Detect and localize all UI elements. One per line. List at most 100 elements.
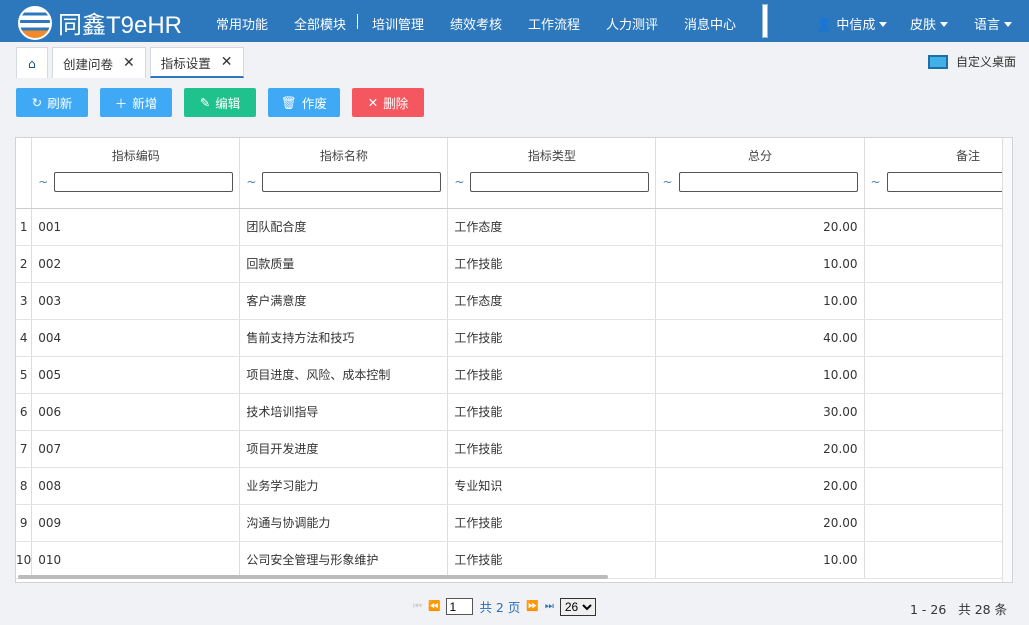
delete-button[interactable]: ✕ 删除 <box>352 88 424 117</box>
table-row[interactable]: 6006技术培训指导工作技能30.00 <box>16 393 1013 430</box>
nav-assessment[interactable]: 人力测评 <box>606 14 658 33</box>
col-note: 备注~ <box>864 138 1013 208</box>
table-row[interactable]: 4004售前支持方法和技巧工作技能40.00 <box>16 319 1013 356</box>
record-count: 1 - 26 共 28 条 <box>910 599 1007 618</box>
cell-name: 回款质量 <box>240 245 448 282</box>
filter-op[interactable]: ~ <box>38 175 48 189</box>
cell-note <box>864 393 1013 430</box>
void-label: 作废 <box>302 93 327 112</box>
next-page-icon[interactable]: ⏩ <box>526 601 538 612</box>
tab-home[interactable]: ⌂ <box>16 47 48 78</box>
custom-desktop-button[interactable]: 自定义桌面 <box>928 53 1016 70</box>
row-number: 1 <box>16 208 32 245</box>
close-icon[interactable]: ✕ <box>221 54 233 70</box>
cell-name: 技术培训指导 <box>240 393 448 430</box>
nav-messages[interactable]: 消息中心 <box>684 14 736 33</box>
nav-performance[interactable]: 绩效考核 <box>450 14 502 33</box>
tab-create-survey[interactable]: 创建问卷✕ <box>52 47 146 78</box>
nav-training[interactable]: 培训管理 <box>372 14 424 33</box>
filter-op[interactable]: ~ <box>454 175 464 189</box>
filter-op[interactable]: ~ <box>871 175 881 189</box>
cell-name: 项目开发进度 <box>240 430 448 467</box>
top-header: 同鑫T9eHR 常用功能 全部模块 培训管理 绩效考核 工作流程 人力测评 消息… <box>0 0 1029 42</box>
edit-button[interactable]: ✎编辑 <box>184 88 256 117</box>
nav-common[interactable]: 常用功能 <box>216 14 268 33</box>
cell-code: 003 <box>32 282 240 319</box>
cell-note <box>864 282 1013 319</box>
table-row[interactable]: 7007项目开发进度工作技能20.00 <box>16 430 1013 467</box>
nav-all-modules[interactable]: 全部模块 <box>294 14 346 33</box>
cell-name: 售前支持方法和技巧 <box>240 319 448 356</box>
cell-note <box>864 430 1013 467</box>
cell-type: 工作技能 <box>448 504 656 541</box>
cell-code: 004 <box>32 319 240 356</box>
first-page-icon[interactable]: ⏮ <box>413 601 422 612</box>
refresh-icon: ↻ <box>32 95 42 110</box>
filter-type-input[interactable] <box>470 172 649 192</box>
brand-name: 同鑫T9eHR <box>58 5 182 40</box>
cell-note <box>864 319 1013 356</box>
cell-note <box>864 504 1013 541</box>
cell-score: 20.00 <box>656 208 864 245</box>
filter-op[interactable]: ~ <box>246 175 256 189</box>
cell-name: 项目进度、风险、成本控制 <box>240 356 448 393</box>
delete-label: 删除 <box>383 93 408 112</box>
nav-scroll-handle[interactable] <box>762 4 768 38</box>
vertical-scrollbar[interactable] <box>1002 138 1012 582</box>
nav-workflow[interactable]: 工作流程 <box>528 14 580 33</box>
filter-note-input[interactable] <box>887 172 1013 192</box>
cell-code: 007 <box>32 430 240 467</box>
trash-icon: 🗑 <box>281 95 297 111</box>
cell-name: 沟通与协调能力 <box>240 504 448 541</box>
cell-type: 工作态度 <box>448 282 656 319</box>
refresh-button[interactable]: ↻ 刷新 <box>16 88 88 117</box>
caret-down-icon <box>1004 22 1012 31</box>
tab-indicator-settings[interactable]: 指标设置✕ <box>150 47 244 78</box>
row-number: 10 <box>16 541 32 578</box>
cell-type: 工作技能 <box>448 245 656 282</box>
col-name: 指标名称~ <box>240 138 448 208</box>
cell-type: 工作技能 <box>448 430 656 467</box>
table-row[interactable]: 3003客户满意度工作态度10.00 <box>16 282 1013 319</box>
table-row[interactable]: 8008业务学习能力专业知识20.00 <box>16 467 1013 504</box>
row-number: 8 <box>16 467 32 504</box>
cell-code: 005 <box>32 356 240 393</box>
col-label: 指标编码 <box>32 147 239 164</box>
user-menu[interactable]: 👤 中信成 <box>816 14 887 33</box>
filter-op[interactable]: ~ <box>662 175 672 189</box>
cell-name: 团队配合度 <box>240 208 448 245</box>
table-row[interactable]: 1001团队配合度工作态度20.00 <box>16 208 1013 245</box>
cell-type: 工作技能 <box>448 393 656 430</box>
skin-menu[interactable]: 皮肤 <box>910 14 948 33</box>
row-number: 3 <box>16 282 32 319</box>
x-icon: ✕ <box>368 95 378 110</box>
table-row[interactable]: 5005项目进度、风险、成本控制工作技能10.00 <box>16 356 1013 393</box>
cell-code: 001 <box>32 208 240 245</box>
table-row[interactable]: 10010公司安全管理与形象维护工作技能10.00 <box>16 541 1013 578</box>
filter-code-input[interactable] <box>54 172 233 192</box>
refresh-label: 刷新 <box>47 93 72 112</box>
last-page-icon[interactable]: ⏭ <box>545 601 554 612</box>
col-rownum <box>16 138 32 208</box>
col-code: 指标编码 ~ <box>32 138 240 208</box>
tab-bar: ⌂ 创建问卷✕ 指标设置✕ <box>16 47 244 78</box>
horizontal-scrollbar[interactable] <box>18 575 608 579</box>
language-menu[interactable]: 语言 <box>974 14 1012 33</box>
add-label: 新增 <box>132 93 157 112</box>
cell-type: 工作技能 <box>448 541 656 578</box>
close-icon[interactable]: ✕ <box>123 55 135 71</box>
page-size-select[interactable]: 26 <box>560 598 596 616</box>
cell-type: 工作技能 <box>448 319 656 356</box>
cell-code: 002 <box>32 245 240 282</box>
void-button[interactable]: 🗑 作废 <box>268 88 340 117</box>
page-input[interactable] <box>446 598 473 615</box>
filter-score-input[interactable] <box>679 172 858 192</box>
cell-code: 009 <box>32 504 240 541</box>
table-row[interactable]: 2002回款质量工作技能10.00 <box>16 245 1013 282</box>
row-number: 2 <box>16 245 32 282</box>
cell-name: 公司安全管理与形象维护 <box>240 541 448 578</box>
prev-page-icon[interactable]: ⏪ <box>428 601 440 612</box>
filter-name-input[interactable] <box>262 172 441 192</box>
add-button[interactable]: ＋新增 <box>100 88 172 117</box>
table-row[interactable]: 9009沟通与协调能力工作技能20.00 <box>16 504 1013 541</box>
